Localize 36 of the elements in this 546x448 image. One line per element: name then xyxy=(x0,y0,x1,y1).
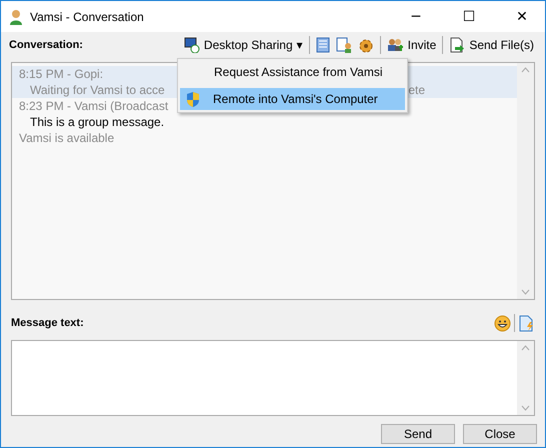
message-text: Waiting for Vamsi to acce xyxy=(30,83,165,97)
document-lightning-icon[interactable] xyxy=(518,314,535,332)
scroll-down-icon[interactable] xyxy=(521,405,530,411)
send-button[interactable]: Send xyxy=(381,424,455,444)
invite-button[interactable]: Invite xyxy=(384,34,440,56)
message-header: 8:23 PM - Vamsi (Broadcast xyxy=(19,99,168,113)
window-title: Vamsi - Conversation xyxy=(30,10,145,24)
conversation-label: Conversation: xyxy=(9,39,84,51)
message-text: This is a group message. xyxy=(30,115,164,129)
smiley-icon[interactable] xyxy=(494,314,511,332)
send-files-button[interactable]: Send File(s) xyxy=(446,34,537,56)
scrollbar[interactable] xyxy=(517,63,534,299)
info-person-icon[interactable] xyxy=(336,37,352,53)
menu-item[interactable]: Remote into Vamsi's Computer xyxy=(180,88,405,110)
people-add-icon xyxy=(386,37,404,53)
close-button[interactable]: ✕ xyxy=(499,1,545,32)
gear-icon[interactable] xyxy=(358,37,374,53)
monitor-icon xyxy=(184,37,200,53)
shield-icon xyxy=(185,90,201,108)
send-file-icon xyxy=(449,37,466,53)
minimize-button[interactable]: ─ xyxy=(393,1,439,32)
scroll-down-icon[interactable] xyxy=(521,289,530,295)
message-text: ete xyxy=(408,83,425,97)
notebook-icon[interactable] xyxy=(316,37,330,53)
menu-item[interactable]: Request Assistance from Vamsi xyxy=(180,61,405,83)
close-button[interactable]: Close xyxy=(463,424,537,444)
scroll-up-icon[interactable] xyxy=(521,345,530,351)
scrollbar[interactable] xyxy=(517,341,534,415)
desktop-sharing-menu[interactable]: Desktop Sharing ▾ xyxy=(180,34,306,56)
message-input[interactable] xyxy=(11,340,535,416)
message-header: 8:15 PM - Gopi: xyxy=(19,67,104,81)
user-icon xyxy=(9,8,23,24)
scroll-up-icon[interactable] xyxy=(521,67,530,73)
status-text: Vamsi is available xyxy=(19,131,114,145)
maximize-button[interactable]: ☐ xyxy=(446,1,492,32)
message-text-label: Message text: xyxy=(11,317,85,329)
